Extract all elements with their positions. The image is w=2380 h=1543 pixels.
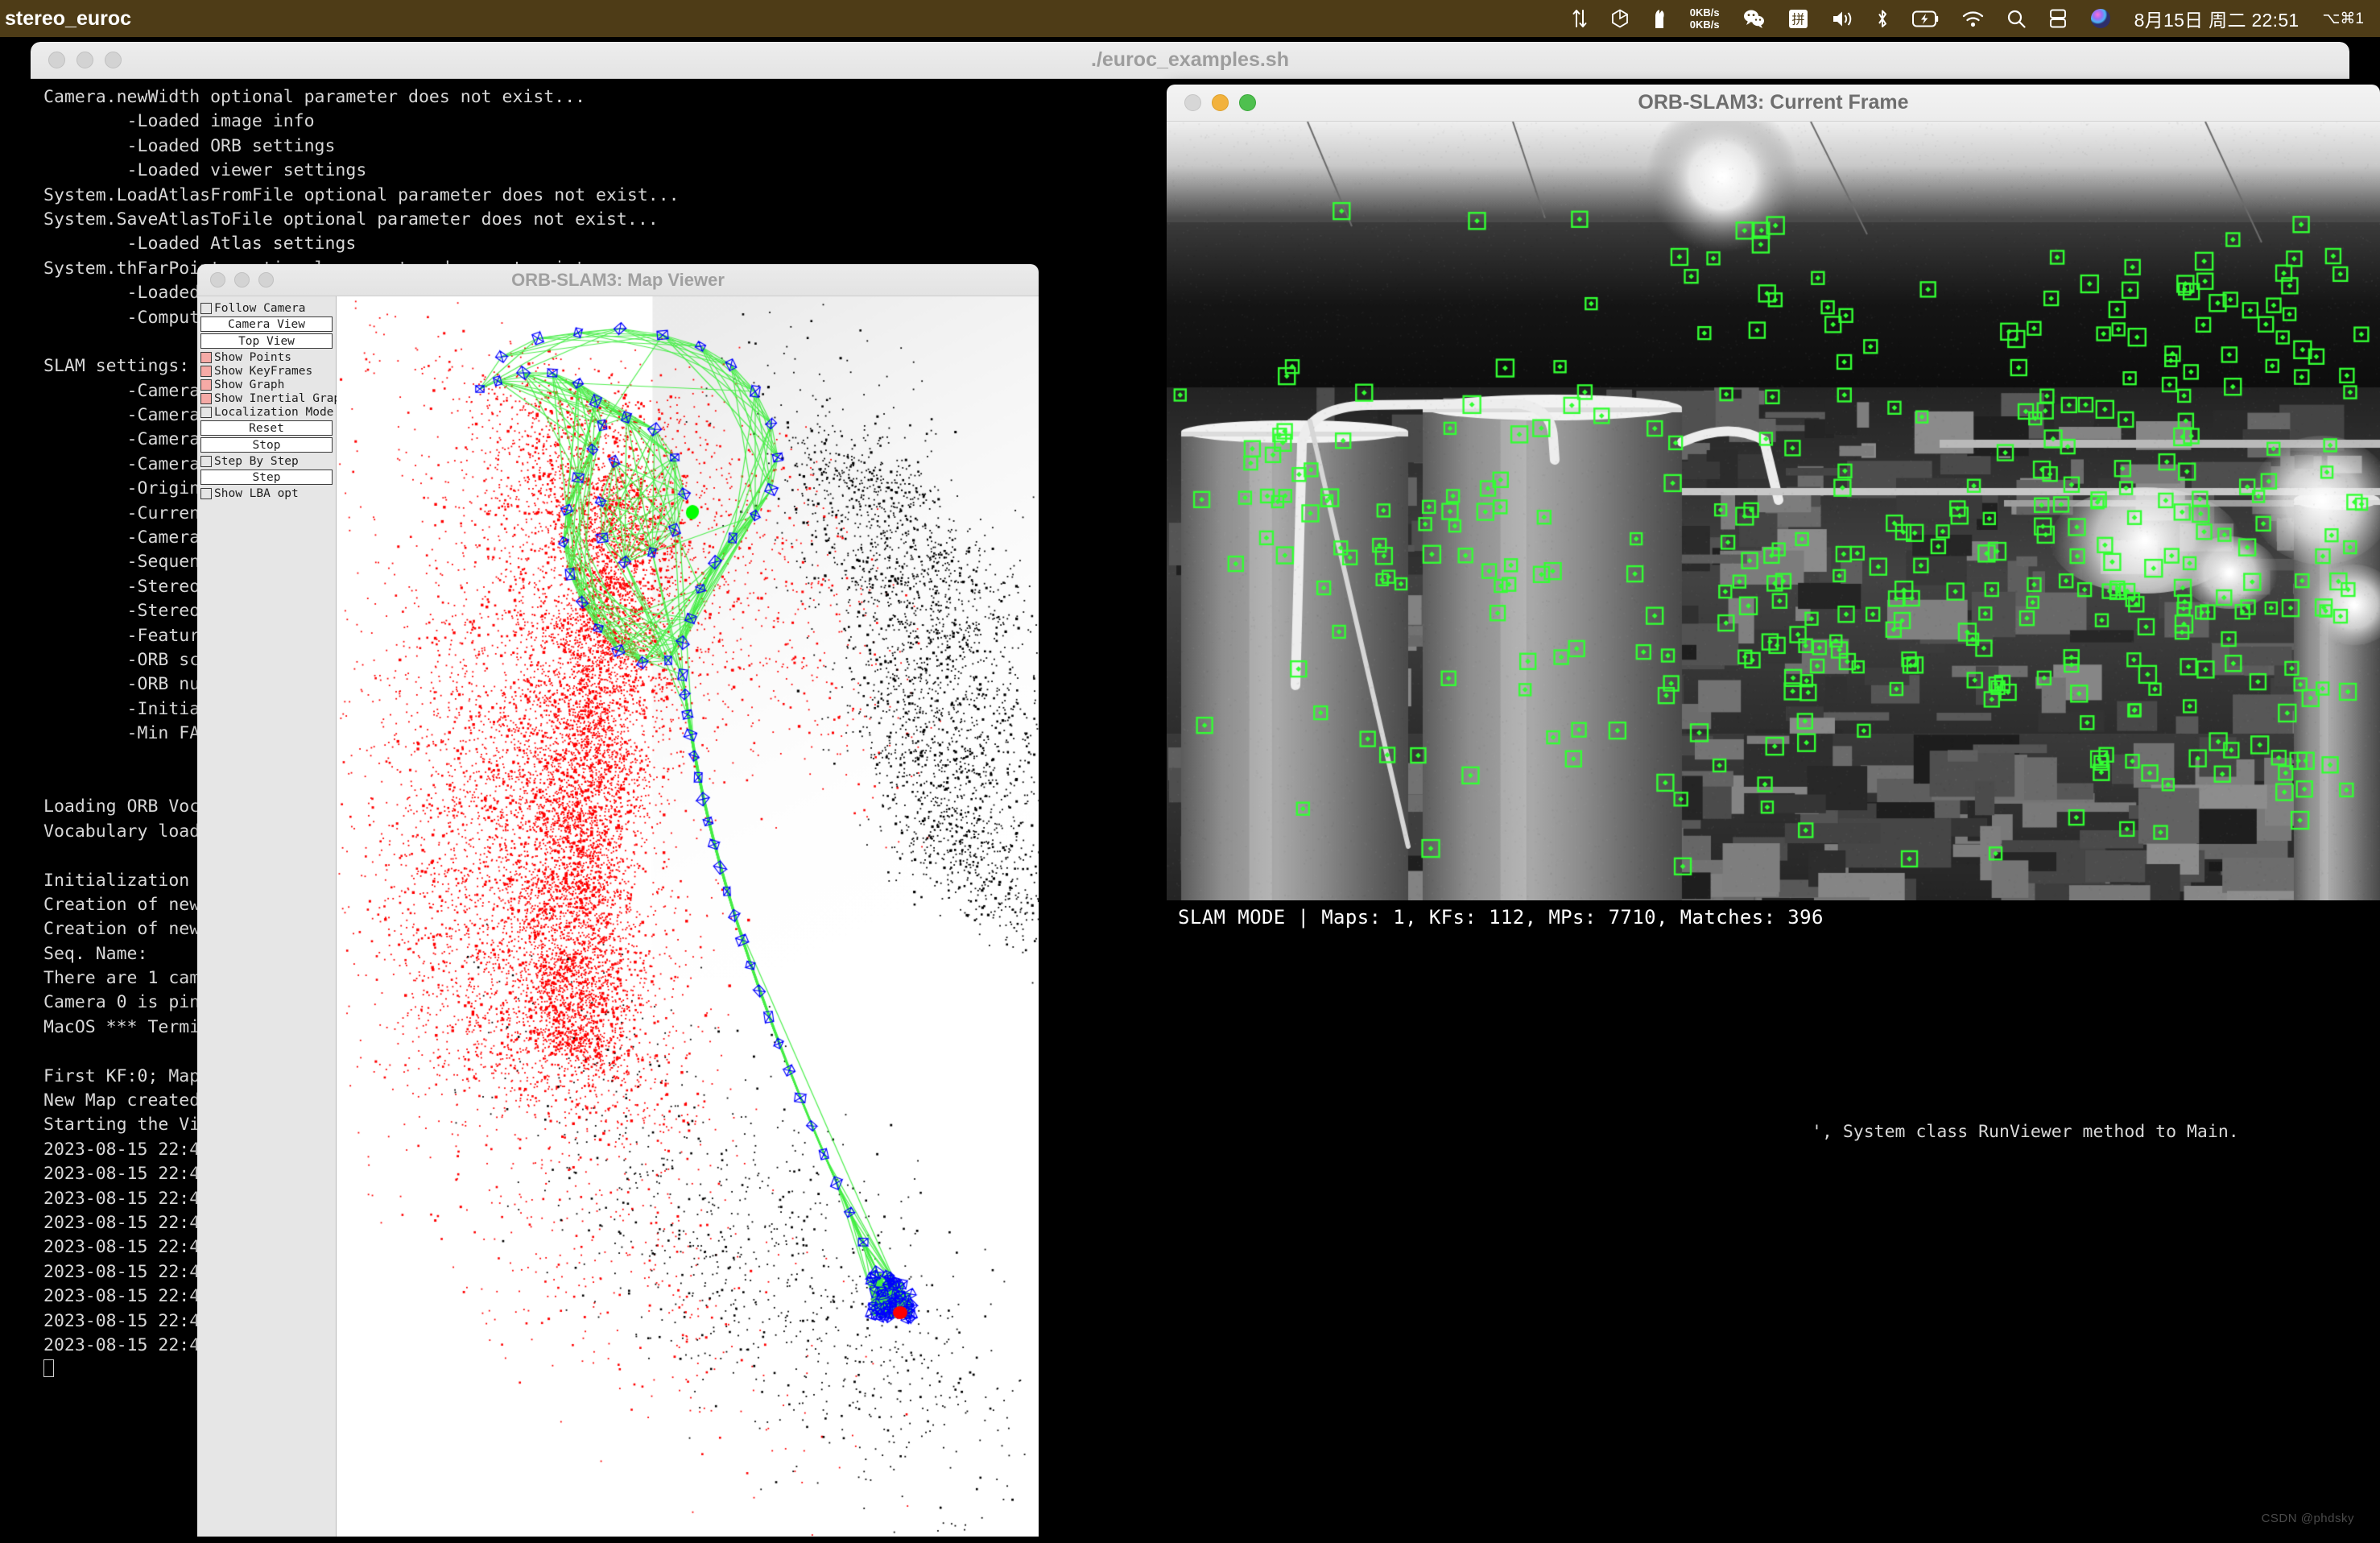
current-frame-window[interactable]: ORB-SLAM3: Current Frame SLAM MODE | Map… [1167,85,2380,934]
map-viewer-title: ORB-SLAM3: Map Viewer [511,269,725,290]
volume-icon[interactable] [1832,10,1853,28]
menubar-status-items: 0KB/s 0KB/s 拼 8月15日 周二 22:51 ⌥⌘1 [1572,5,2380,32]
slam-status-bar: SLAM MODE | Maps: 1, KFs: 112, MPs: 7710… [1167,900,2380,934]
screen: stereo_euroc 0KB/s 0KB/s 拼 8月15日 周二 22:5… [0,0,2380,1543]
checkbox-box[interactable] [200,392,212,404]
terminal-titlebar[interactable]: ./euroc_examples.sh [31,42,2349,79]
checkbox-box[interactable] [200,406,212,418]
reset-button[interactable]: Reset [200,420,333,436]
checkbox-label: Show Graph [214,378,285,391]
siri-icon[interactable] [2090,8,2111,29]
step-button[interactable]: Step [200,470,333,485]
checkbox-label: Step By Step [214,454,299,468]
map-viewer-titlebar[interactable]: ORB-SLAM3: Map Viewer [197,264,1039,296]
screen-mirroring-icon[interactable] [2049,9,2067,28]
show-graph-checkbox[interactable]: Show Graph [197,378,336,391]
checkbox-box[interactable] [200,487,212,499]
input-method-pinyin-icon[interactable]: 拼 [1788,9,1808,29]
checkbox-label: Show Inertial Graph [214,391,348,405]
macos-menubar: stereo_euroc 0KB/s 0KB/s 拼 8月15日 周二 22:5… [0,0,2380,37]
camera-frame-render [1167,122,2380,934]
checkbox-label: Show KeyFrames [214,364,313,378]
watermark: CSDN @phdsky [2261,1512,2354,1525]
control-center-shortcut-label[interactable]: ⌥⌘1 [2323,10,2364,28]
camera-view-button[interactable]: Camera View [200,316,333,332]
active-app-name[interactable]: stereo_euroc [5,7,131,31]
map-viewer-3d-canvas[interactable] [337,296,1039,1537]
map-viewer-control-panel[interactable]: Follow Camera Camera View Top View Show Poi… [197,296,348,1537]
point-cloud-render[interactable] [337,296,1039,1537]
checkbox-label: Show Points [214,350,292,364]
network-activity-icon[interactable] [1572,8,1588,29]
checkbox-box[interactable] [200,455,212,467]
map-viewer-content: Follow Camera Camera View Top View Show Poi… [197,296,1039,1537]
svg-text:拼: 拼 [1791,11,1804,27]
localization-mode-checkbox[interactable]: Localization Mode [197,405,336,419]
checkbox-label: Follow Camera [214,301,306,315]
top-view-button[interactable]: Top View [200,333,333,349]
spotlight-search-icon[interactable] [2007,10,2026,28]
show-points-checkbox[interactable]: Show Points [197,350,336,364]
follow-camera-checkbox[interactable]: Follow Camera [197,301,336,315]
network-upload-speed: 0KB/s [1689,6,1720,19]
stop-button[interactable]: Stop [200,437,333,453]
cat-icon[interactable] [1652,8,1667,29]
network-download-speed: 0KB/s [1689,19,1720,31]
step-by-step-checkbox[interactable]: Step By Step [197,454,336,468]
menubar-left-group: stereo_euroc [0,7,131,31]
wifi-icon[interactable] [1962,10,1984,27]
show-lba-opt-checkbox[interactable]: Show LBA opt [197,486,336,500]
map-viewer-window[interactable]: ORB-SLAM3: Map Viewer Follow Camera Camer… [197,264,1039,1537]
current-frame-title: ORB-SLAM3: Current Frame [1638,91,1909,114]
terminal-title: ./euroc_examples.sh [1091,48,1289,71]
checkbox-label: Show LBA opt [214,486,299,500]
menubar-clock[interactable]: 8月15日 周二 22:51 [2134,5,2299,32]
checkbox-box[interactable] [200,302,212,314]
wechat-icon[interactable] [1743,9,1765,28]
current-frame-image[interactable]: SLAM MODE | Maps: 1, KFs: 112, MPs: 7710… [1167,122,2380,934]
show-inertial-graph-checkbox[interactable]: Show Inertial Graph [197,391,348,405]
checkbox-box[interactable] [200,365,212,377]
current-frame-titlebar[interactable]: ORB-SLAM3: Current Frame [1167,85,2380,122]
checkbox-box[interactable] [200,351,212,363]
battery-charging-icon[interactable] [1911,10,1939,27]
checkbox-box[interactable] [200,379,212,391]
box-icon[interactable] [1611,9,1629,28]
network-speed-icon[interactable]: 0KB/s 0KB/s [1690,6,1720,31]
bluetooth-icon[interactable] [1876,9,1889,29]
checkbox-label: Localization Mode [214,405,334,419]
show-keyframes-checkbox[interactable]: Show KeyFrames [197,364,336,378]
terminal-overflow-text: ', System class RunViewer method to Main… [1812,1122,2239,1142]
